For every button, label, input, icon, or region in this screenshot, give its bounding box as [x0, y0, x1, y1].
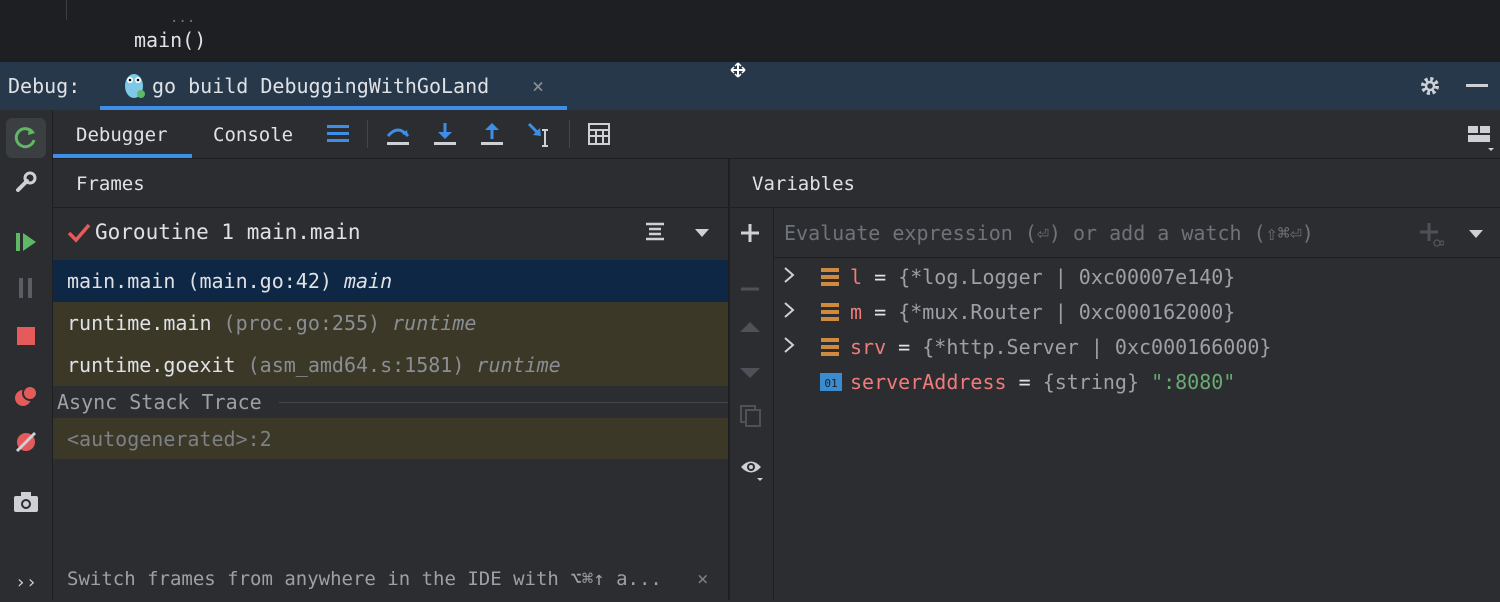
camera-icon[interactable] [6, 482, 46, 522]
wrench-icon[interactable] [6, 162, 46, 202]
frame-package: main [343, 269, 393, 293]
new-watch-icon[interactable] [739, 222, 761, 244]
field-icon [820, 267, 840, 287]
stack-frame-row[interactable]: runtime.main (proc.go:255) runtime [53, 302, 728, 344]
async-frame-row[interactable]: <autogenerated>:2 [53, 418, 728, 459]
variable-row[interactable]: l = {*log.Logger | 0xc00007e140} [774, 260, 1500, 295]
toolbar-separator [367, 120, 368, 148]
step-over-icon[interactable] [385, 122, 411, 148]
frame-location: (proc.go:255) [223, 311, 381, 335]
add-to-watches-icon[interactable] [1418, 221, 1444, 247]
field-icon [820, 302, 840, 322]
debugger-sub-toolbar: Debugger Console [53, 110, 1500, 159]
frames-tip: Switch frames from anywhere in the IDE w… [67, 568, 662, 590]
toolbar-separator [569, 120, 570, 148]
stack-frame-row[interactable]: runtime.goexit (asm_amd64.s:1581) runtim… [53, 344, 728, 386]
async-frame-label: <autogenerated>:2 [67, 427, 272, 451]
variables-side-toolbar [730, 208, 774, 600]
frame-function: runtime.main [67, 311, 212, 335]
more-icon[interactable]: ›› [6, 562, 46, 602]
debug-tool-window-header: Debug: go build DebuggingWithGoLand × [0, 62, 1500, 110]
variable-eq: = [1018, 370, 1031, 394]
chevron-right-icon[interactable] [783, 266, 795, 284]
resume-icon[interactable] [6, 222, 46, 262]
gear-icon[interactable] [1418, 74, 1442, 98]
variable-value: {*mux.Router | 0xc000162000} [898, 300, 1236, 324]
close-tip-icon[interactable]: × [697, 568, 708, 590]
mute-breakpoints-icon[interactable] [6, 422, 46, 462]
variable-value: {*log.Logger | 0xc00007e140} [898, 265, 1236, 289]
primitive-icon-text: 01 [824, 377, 837, 390]
close-tab-icon[interactable]: × [532, 74, 544, 98]
variable-row[interactable]: srv = {*http.Server | 0xc000166000} [774, 330, 1500, 365]
chevron-down-icon[interactable] [1468, 229, 1484, 239]
rerun-icon[interactable] [6, 118, 46, 158]
variable-name: serverAddress [850, 370, 1007, 394]
tab-debugger[interactable]: Debugger [76, 124, 168, 146]
variables-title: Variables [752, 173, 855, 195]
chevron-right-icon[interactable] [783, 336, 795, 354]
goroutine-selector[interactable]: Goroutine 1 main.main [53, 208, 728, 258]
variable-row[interactable]: 01 serverAddress = {string} ":8080" [774, 365, 1500, 400]
gutter-divider [66, 0, 67, 20]
frames-panel: Frames Goroutine 1 main.main main.main (… [53, 159, 728, 600]
async-separator [279, 402, 728, 403]
variable-eq: = [874, 300, 887, 324]
variable-value: {*http.Server | 0xc000166000} [922, 335, 1272, 359]
primitive-icon: 01 [820, 372, 842, 392]
variable-row[interactable]: m = {*mux.Router | 0xc000162000} [774, 295, 1500, 330]
step-out-icon[interactable] [480, 121, 504, 147]
layout-settings-icon[interactable] [1467, 124, 1495, 152]
partial-code-line: ... [170, 10, 196, 26]
frame-package: runtime [476, 353, 561, 377]
variable-name: l [850, 265, 863, 289]
variable-eq: = [898, 335, 911, 359]
minimize-icon[interactable] [1466, 84, 1488, 87]
goroutine-list-icon[interactable] [645, 222, 665, 242]
variable-name: m [850, 300, 863, 324]
field-icon [820, 337, 840, 357]
evaluate-expression-icon[interactable] [588, 123, 610, 145]
remove-watch-icon[interactable] [739, 278, 761, 300]
frame-location: (asm_amd64.s:1581) [247, 353, 465, 377]
show-execution-point-icon[interactable] [326, 123, 350, 145]
frame-location: (main.go:42) [187, 269, 332, 293]
stop-icon[interactable] [6, 316, 46, 356]
active-subtab-underline [53, 154, 192, 158]
step-into-icon[interactable] [433, 121, 457, 147]
goroutine-label: Goroutine 1 main.main [95, 220, 361, 244]
move-up-icon[interactable] [739, 320, 761, 334]
variable-value: ":8080" [1151, 370, 1236, 394]
tab-console[interactable]: Console [213, 124, 293, 146]
variable-name: srv [850, 335, 887, 359]
run-to-cursor-icon[interactable] [527, 122, 553, 148]
frame-function: main.main [67, 269, 176, 293]
variable-type: {string} [1042, 370, 1140, 394]
view-breakpoints-icon[interactable] [6, 376, 46, 416]
variable-eq: = [874, 265, 887, 289]
async-stack-trace-label: Async Stack Trace [57, 390, 262, 414]
run-tab-title: go build DebuggingWithGoLand [152, 74, 490, 98]
variables-panel: Variables l = {*log.Logger | 0xc00007e14… [730, 159, 1500, 600]
frame-package: runtime [392, 311, 477, 335]
debug-label: Debug: [8, 74, 81, 98]
frames-title: Frames [76, 173, 145, 195]
move-down-icon[interactable] [739, 366, 761, 380]
frame-function: runtime.goexit [67, 353, 236, 377]
move-cursor-icon [730, 62, 746, 78]
code-line[interactable]: main() [134, 28, 206, 52]
pause-icon[interactable] [6, 268, 46, 308]
chevron-right-icon[interactable] [783, 301, 795, 319]
evaluate-expression-input[interactable] [774, 208, 1500, 258]
check-icon [67, 222, 91, 244]
run-configuration-tab[interactable]: go build DebuggingWithGoLand × [100, 62, 567, 110]
debug-left-toolbar: ›› [0, 110, 53, 600]
stack-frame-row[interactable]: main.main (main.go:42) main [53, 260, 728, 302]
eye-icon[interactable] [739, 456, 765, 482]
chevron-down-icon[interactable] [694, 228, 710, 238]
gopher-icon [122, 70, 146, 100]
copy-icon[interactable] [739, 404, 763, 428]
editor-area[interactable]: ... main() [0, 0, 1500, 62]
